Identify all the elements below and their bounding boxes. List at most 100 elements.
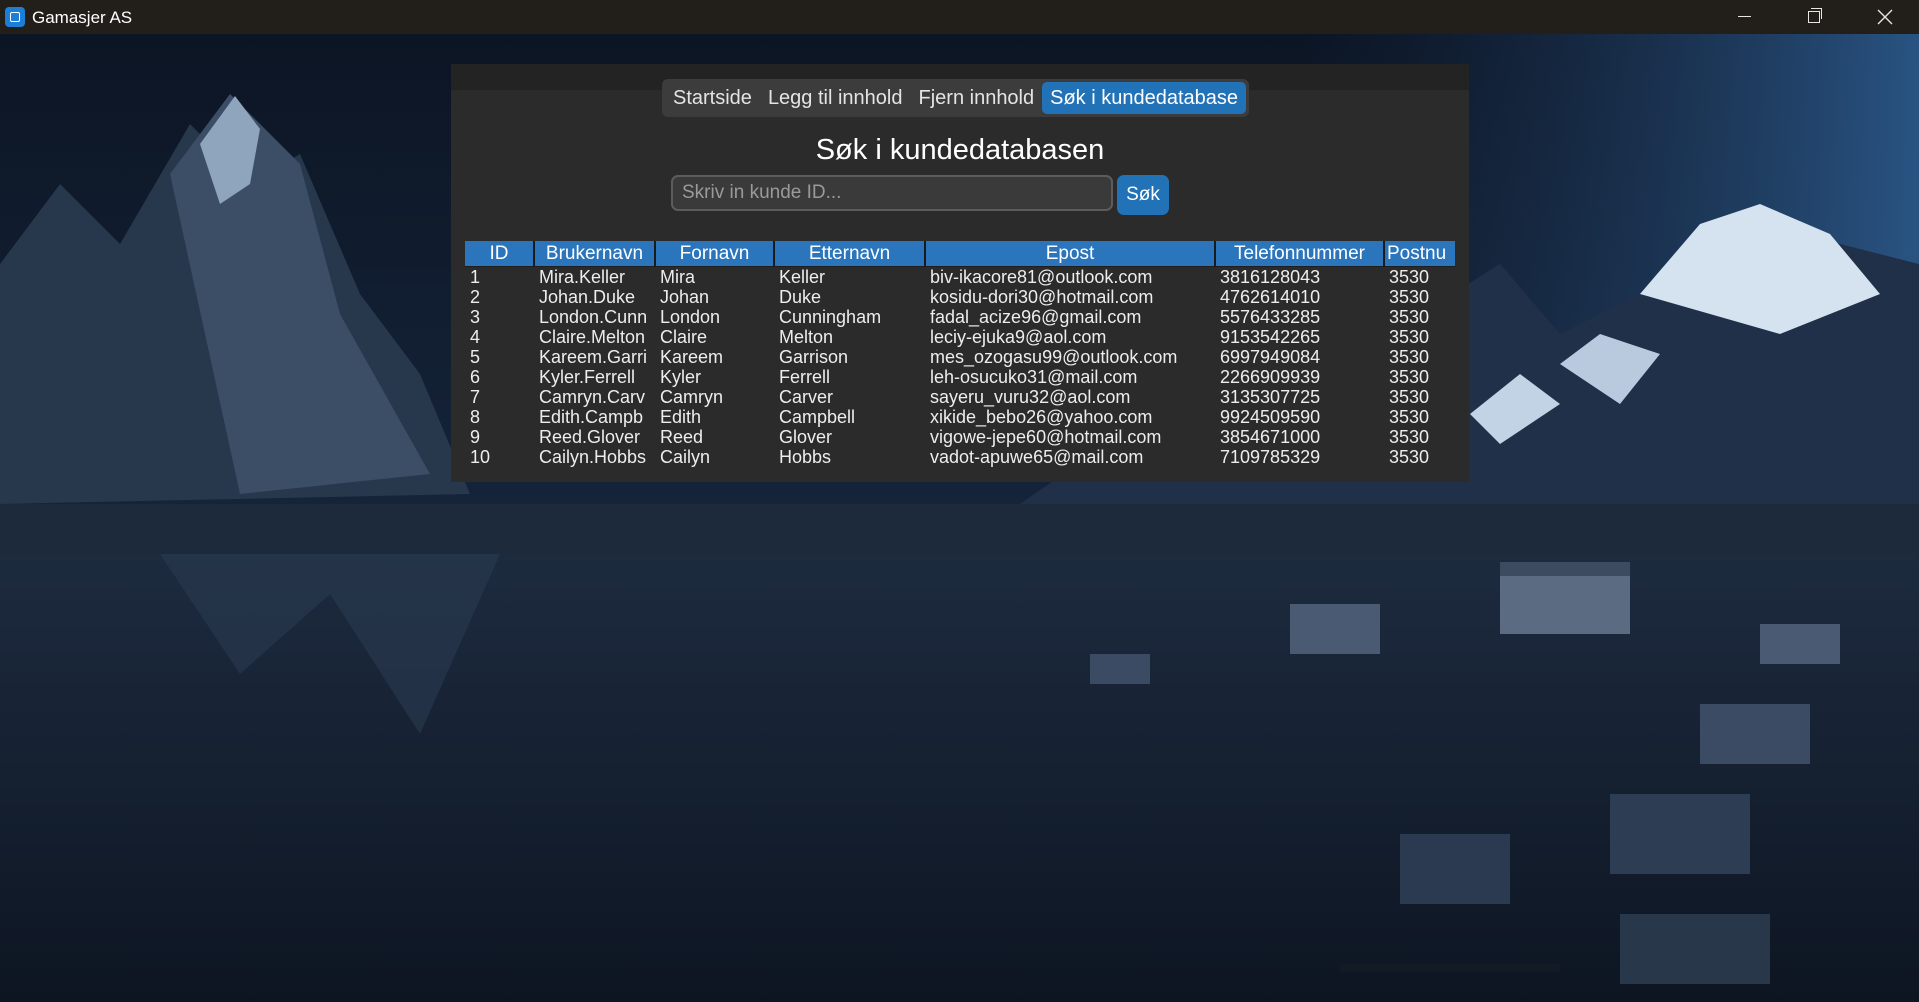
table-row[interactable]: 8 Edith.Campb Edith Campbell xikide_bebo…: [465, 407, 1455, 427]
maximize-button[interactable]: [1778, 0, 1846, 34]
cell-epost: vadot-apuwe65@mail.com: [930, 447, 1144, 467]
cell-epost: mes_ozogasu99@outlook.com: [930, 347, 1178, 367]
nav-tabbar: Startside Legg til innhold Fjern innhold…: [662, 79, 1250, 117]
window-title: Gamasjer AS: [32, 8, 133, 27]
cell-postnummer: 3530: [1389, 347, 1430, 367]
column-header-postnummer[interactable]: Postnu: [1384, 241, 1455, 267]
app-icon: [5, 7, 25, 27]
cell-etternavn: Cunningham: [779, 307, 882, 327]
cell-etternavn: Carver: [779, 387, 834, 407]
cell-postnummer: 3530: [1389, 387, 1430, 407]
table-row[interactable]: 7 Camryn.Carv Camryn Carver sayeru_vuru3…: [465, 387, 1455, 407]
page-title: Søk i kundedatabasen: [815, 134, 1105, 166]
cell-postnummer: 3530: [1389, 447, 1430, 467]
cell-fornavn: Cailyn: [660, 447, 711, 467]
tab-startside[interactable]: Startside: [665, 82, 760, 114]
table-row[interactable]: 4 Claire.Melton Claire Melton leciy-ejuk…: [465, 327, 1455, 347]
table-row[interactable]: 2 Johan.Duke Johan Duke kosidu-dori30@ho…: [465, 287, 1455, 307]
cell-fornavn: Claire: [660, 327, 708, 347]
cell-fornavn: Kyler: [660, 367, 702, 387]
cell-brukernavn: Edith.Campb: [539, 407, 644, 427]
cell-fornavn: Camryn: [660, 387, 724, 407]
cell-id: 3: [470, 307, 481, 327]
cell-brukernavn: Camryn.Carv: [539, 387, 646, 407]
customer-table-container: ID Brukernavn Fornavn Etternavn Epost Te…: [465, 241, 1455, 467]
cell-etternavn: Duke: [779, 287, 822, 307]
table-row[interactable]: 1 Mira.Keller Mira Keller biv-ikacore81@…: [465, 267, 1455, 288]
cell-brukernavn: Kyler.Ferrell: [539, 367, 636, 387]
cell-id: 6: [470, 367, 481, 387]
column-header-fornavn[interactable]: Fornavn: [655, 241, 775, 267]
cell-etternavn: Garrison: [779, 347, 849, 367]
cell-telefonnummer: 3854671000: [1220, 427, 1321, 447]
table-row[interactable]: 9 Reed.Glover Reed Glover vigowe-jepe60@…: [465, 427, 1455, 447]
cell-postnummer: 3530: [1389, 407, 1430, 427]
cell-etternavn: Melton: [779, 327, 834, 347]
customer-id-search-input[interactable]: [671, 175, 1113, 211]
table-row[interactable]: 5 Kareem.Garri Kareem Garrison mes_ozoga…: [465, 347, 1455, 367]
cell-fornavn: Kareem: [660, 347, 724, 367]
cell-postnummer: 3530: [1389, 307, 1430, 327]
cell-telefonnummer: 9924509590: [1220, 407, 1321, 427]
cell-postnummer: 3530: [1389, 427, 1430, 447]
cell-fornavn: Johan: [660, 287, 710, 307]
column-header-brukernavn[interactable]: Brukernavn: [534, 241, 656, 267]
column-header-etternavn[interactable]: Etternavn: [774, 241, 926, 267]
tab-legg-til-innhold[interactable]: Legg til innhold: [760, 82, 911, 114]
cell-epost: leh-osucuko31@mail.com: [930, 367, 1138, 387]
window-titlebar: Gamasjer AS: [0, 0, 1919, 34]
minimize-icon: [1738, 16, 1751, 17]
table-row[interactable]: 6 Kyler.Ferrell Kyler Ferrell leh-osucuk…: [465, 367, 1455, 387]
column-header-epost[interactable]: Epost: [925, 241, 1216, 267]
cell-epost: leciy-ejuka9@aol.com: [930, 327, 1107, 347]
close-button[interactable]: [1850, 0, 1918, 34]
cell-fornavn: London: [660, 307, 721, 327]
cell-telefonnummer: 6997949084: [1220, 347, 1321, 367]
cell-brukernavn: Claire.Melton: [539, 327, 646, 347]
cell-id: 2: [470, 287, 481, 307]
minimize-button[interactable]: [1710, 0, 1778, 34]
cell-id: 4: [470, 327, 481, 347]
cell-postnummer: 3530: [1389, 327, 1430, 347]
cell-etternavn: Ferrell: [779, 367, 831, 387]
close-icon: [1877, 9, 1893, 25]
table-row[interactable]: 10 Cailyn.Hobbs Cailyn Hobbs vadot-apuwe…: [465, 447, 1455, 467]
cell-id: 7: [470, 387, 481, 407]
cell-telefonnummer: 2266909939: [1220, 367, 1321, 387]
main-panel: Startside Legg til innhold Fjern innhold…: [451, 64, 1469, 482]
cell-fornavn: Reed: [660, 427, 704, 447]
cell-fornavn: Edith: [660, 407, 702, 427]
cell-fornavn: Mira: [660, 267, 695, 287]
cell-brukernavn: Reed.Glover: [539, 427, 641, 447]
cell-telefonnummer: 3816128043: [1220, 267, 1321, 287]
column-header-id[interactable]: ID: [465, 241, 535, 267]
customer-table: ID Brukernavn Fornavn Etternavn Epost Te…: [465, 241, 1455, 467]
column-header-telefonnummer[interactable]: Telefonnummer: [1215, 241, 1385, 267]
cell-id: 9: [470, 427, 481, 447]
cell-telefonnummer: 9153542265: [1220, 327, 1321, 347]
cell-brukernavn: Kareem.Garri: [539, 347, 648, 367]
table-row[interactable]: 3 London.Cunn London Cunningham fadal_ac…: [465, 307, 1455, 327]
cell-epost: sayeru_vuru32@aol.com: [930, 387, 1131, 407]
cell-brukernavn: London.Cunn: [539, 307, 648, 327]
cell-id: 10: [470, 447, 491, 467]
cell-etternavn: Hobbs: [779, 447, 832, 467]
cell-telefonnummer: 3135307725: [1220, 387, 1321, 407]
cell-postnummer: 3530: [1389, 367, 1430, 387]
cell-etternavn: Campbell: [779, 407, 856, 427]
cell-brukernavn: Cailyn.Hobbs: [539, 447, 647, 467]
cell-telefonnummer: 4762614010: [1220, 287, 1321, 307]
cell-epost: xikide_bebo26@yahoo.com: [930, 407, 1153, 427]
cell-epost: kosidu-dori30@hotmail.com: [930, 287, 1154, 307]
cell-telefonnummer: 5576433285: [1220, 307, 1321, 327]
table-header-row: ID Brukernavn Fornavn Etternavn Epost Te…: [465, 241, 1455, 267]
cell-etternavn: Keller: [779, 267, 826, 287]
cell-id: 5: [470, 347, 481, 367]
cell-telefonnummer: 7109785329: [1220, 447, 1321, 467]
cell-postnummer: 3530: [1389, 287, 1430, 307]
cell-brukernavn: Mira.Keller: [539, 267, 626, 287]
cell-epost: fadal_acize96@gmail.com: [930, 307, 1142, 327]
search-button[interactable]: Søk: [1117, 175, 1169, 215]
tab-sok-i-kundedatabase[interactable]: Søk i kundedatabase: [1042, 82, 1247, 114]
tab-fjern-innhold[interactable]: Fjern innhold: [911, 82, 1043, 114]
